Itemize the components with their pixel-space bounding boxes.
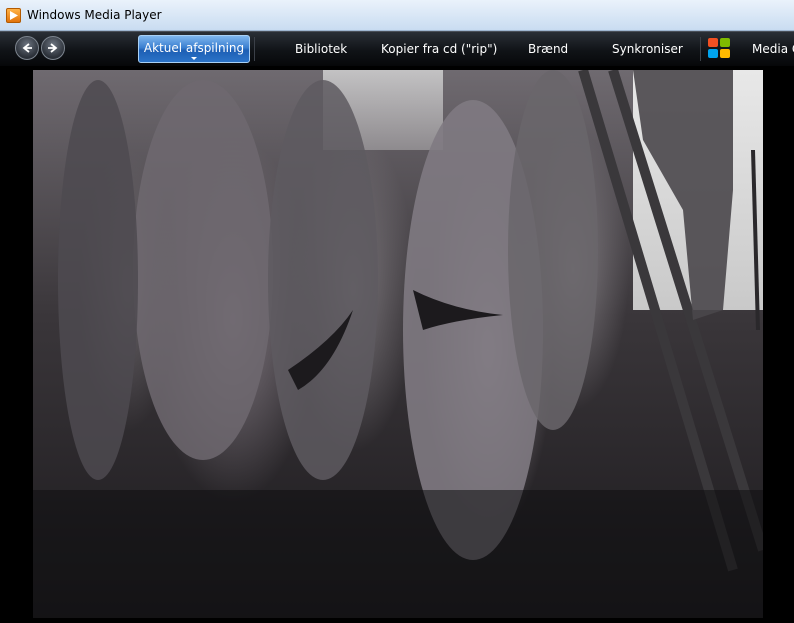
chevron-down-icon[interactable] — [191, 57, 197, 60]
media-player-icon[interactable] — [6, 8, 21, 23]
title-bar: Windows Media Player — [0, 0, 794, 31]
tab-rip[interactable]: Kopier fra cd ("rip") — [381, 42, 497, 56]
navigation-bar: Aktuel afspilning Bibliotek Kopier fra c… — [0, 31, 794, 66]
tab-media-guide[interactable]: Media G — [752, 42, 794, 56]
back-arrow-icon — [22, 43, 32, 53]
tab-library[interactable]: Bibliotek — [295, 42, 347, 56]
tab-separator — [254, 37, 255, 61]
window-title: Windows Media Player — [27, 8, 162, 22]
video-content — [33, 70, 763, 618]
tab-separator — [700, 37, 701, 61]
tab-sync[interactable]: Synkroniser — [612, 42, 683, 56]
windows-logo-icon[interactable] — [708, 38, 732, 60]
tab-burn[interactable]: Brænd — [528, 42, 568, 56]
back-button[interactable] — [15, 36, 39, 60]
tab-now-playing[interactable]: Aktuel afspilning — [138, 35, 250, 63]
video-area[interactable] — [0, 66, 794, 623]
forward-arrow-icon — [48, 43, 58, 53]
tab-now-playing-label: Aktuel afspilning — [143, 41, 245, 55]
forward-button[interactable] — [41, 36, 65, 60]
video-frame[interactable] — [33, 70, 763, 618]
